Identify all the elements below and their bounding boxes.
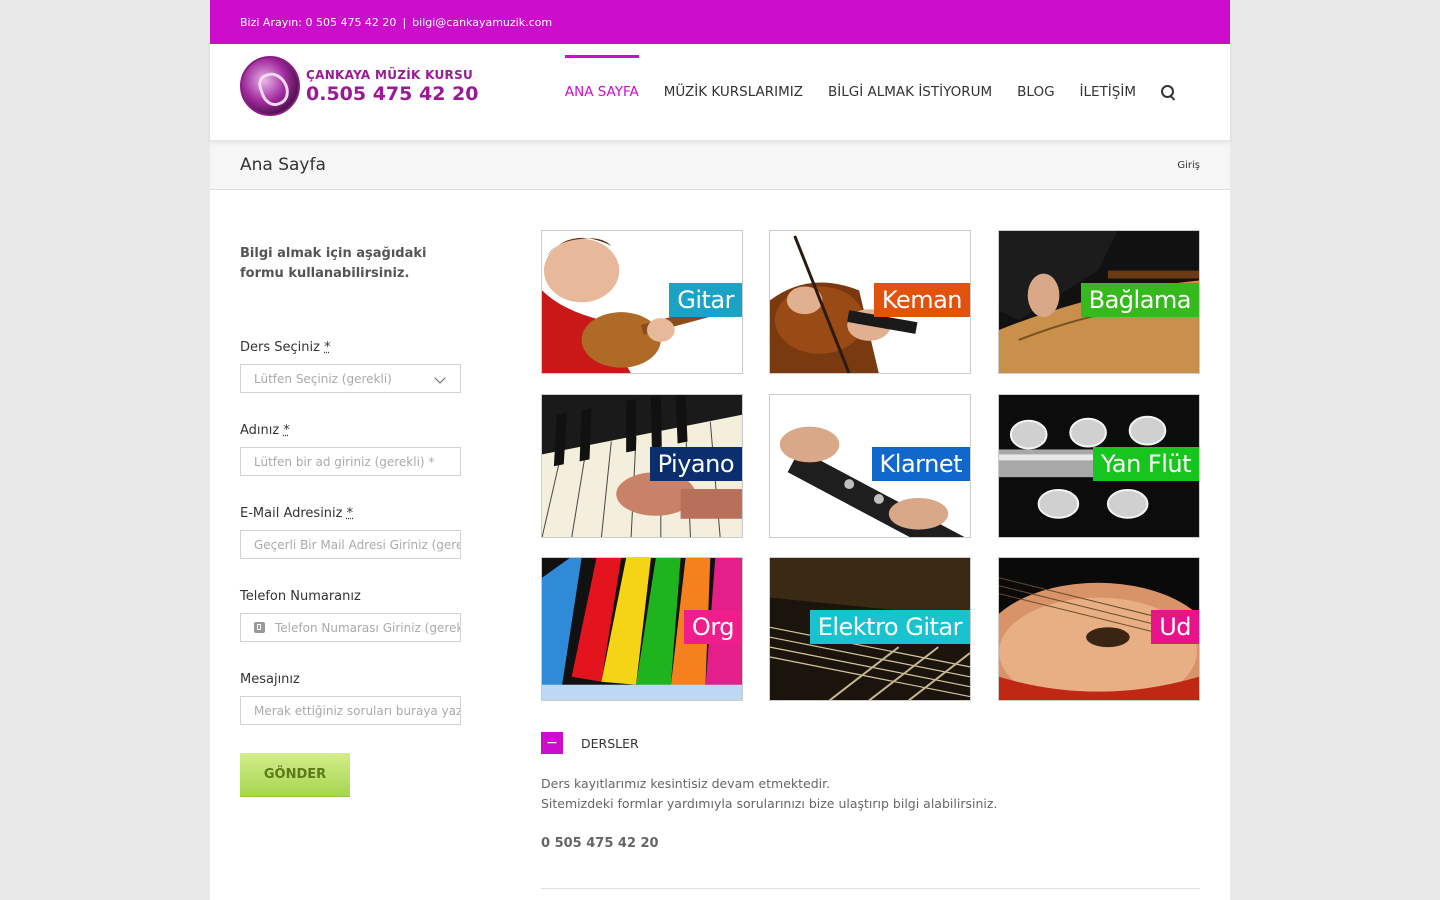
logo-emblem-icon (240, 56, 300, 116)
tile-label: Keman (873, 283, 970, 317)
tile-label: Yan Flüt (1093, 447, 1199, 481)
course-select[interactable]: Lütfen Seçiniz (gerekli) (240, 364, 461, 393)
main-nav: ANA SAYFA MÜZİK KURSLARIMIZ BİLGİ ALMAK … (540, 44, 1175, 140)
accordion-title: DERSLER (581, 735, 639, 751)
name-label: Adınız * (240, 423, 290, 438)
nav-item-ana-sayfa[interactable]: ANA SAYFA (564, 44, 639, 140)
logo-name: ÇANKAYA MÜZİK KURSU (306, 67, 474, 82)
top-bar: Bizi Arayın: 0 505 475 42 20 | bilgi@can… (210, 0, 1230, 44)
course-tile-klarnet[interactable]: Klarnet (769, 394, 971, 538)
nav-item-iletisim[interactable]: İLETİŞİM (1080, 44, 1136, 140)
name-input[interactable]: Lütfen bir ad giriniz (gerekli) * (240, 447, 461, 476)
phone-input[interactable]: Telefon Numarası Giriniz (gerek (240, 613, 461, 642)
submit-button[interactable]: GÖNDER (240, 753, 350, 797)
course-tile-gitar[interactable]: Gitar (541, 230, 743, 374)
course-tile-elektro-gitar[interactable]: Elektro Gitar (769, 557, 971, 701)
site-logo[interactable]: ÇANKAYA MÜZİK KURSU 0.505 475 42 20 (240, 56, 478, 116)
email-field: E-Mail Adresiniz * Geçerli Bir Mail Adre… (240, 506, 462, 559)
search-icon[interactable] (1161, 85, 1175, 99)
required-mark: * (324, 340, 331, 355)
tile-label: Ud (1151, 610, 1199, 644)
tile-label: Elektro Gitar (809, 610, 970, 644)
minus-icon: − (541, 732, 563, 754)
course-tile-org[interactable]: Org (541, 557, 743, 701)
nav-item-blog[interactable]: BLOG (1017, 44, 1054, 140)
site-header: ÇANKAYA MÜZİK KURSU 0.505 475 42 20 ANA … (210, 44, 1230, 141)
logo-phone: 0.505 475 42 20 (306, 82, 479, 105)
course-tile-baglama[interactable]: Bağlama (998, 230, 1200, 374)
chevron-down-icon (434, 372, 446, 384)
accordion-body: Ders kayıtlarımız kesintisiz devam etmek… (541, 774, 1201, 854)
page-wrapper: Bizi Arayın: 0 505 475 42 20 | bilgi@can… (210, 0, 1230, 900)
message-label: Mesajınız (240, 672, 300, 687)
tile-label: Klarnet (871, 447, 970, 481)
page-title-bar: Ana Sayfa Giriş (210, 141, 1230, 190)
nav-item-muzik-kurslarimiz[interactable]: MÜZİK KURSLARIMIZ (664, 44, 803, 140)
phone-field: Telefon Numaranız Telefon Numarası Girin… (240, 589, 462, 642)
required-mark: * (283, 423, 290, 438)
phone-icon (254, 622, 265, 633)
topbar-separator: | (402, 15, 407, 29)
breadcrumb[interactable]: Giriş (1177, 160, 1200, 171)
required-mark: * (346, 506, 354, 521)
course-label: Ders Seçiniz * (240, 340, 331, 355)
message-field: Mesajınız Merak ettiğiniz soruları buray… (240, 672, 462, 725)
tile-label: Org (683, 610, 742, 644)
message-input[interactable]: Merak ettiğiniz soruları buraya yazı (240, 696, 461, 725)
name-field: Adınız * Lütfen bir ad giriniz (gerekli)… (240, 423, 462, 476)
call-text: Bizi Arayın: 0 505 475 42 20 (240, 15, 397, 29)
course-tile-piyano[interactable]: Piyano (541, 394, 743, 538)
phone-label: Telefon Numaranız (240, 589, 361, 604)
email-label: E-Mail Adresiniz * (240, 506, 354, 521)
course-field: Ders Seçiniz * Lütfen Seçiniz (gerekli) (240, 340, 462, 393)
form-intro: Bilgi almak için aşağıdaki formu kullana… (240, 246, 427, 281)
contact-phone: 0 505 475 42 20 (541, 836, 659, 851)
contact-form: Bilgi almak için aşağıdaki formu kullana… (240, 244, 462, 797)
course-tile-ud[interactable]: Ud (998, 557, 1200, 701)
course-tile-keman[interactable]: Keman (769, 230, 971, 374)
tile-label: Gitar (669, 283, 742, 317)
email-link[interactable]: bilgi@cankayamuzik.com (412, 16, 552, 29)
course-tile-yan-flut[interactable]: Yan Flüt (998, 394, 1200, 538)
page-title: Ana Sayfa (240, 155, 326, 175)
nav-item-bilgi-almak[interactable]: BİLGİ ALMAK İSTİYORUM (828, 44, 992, 140)
accordion-toggle-dersler[interactable]: − DERSLER (541, 732, 639, 754)
email-input[interactable]: Geçerli Bir Mail Adresi Giriniz (gere (240, 530, 461, 559)
tile-label: Piyano (649, 447, 742, 481)
tile-label: Bağlama (1080, 283, 1199, 317)
logo-text: ÇANKAYA MÜZİK KURSU 0.505 475 42 20 (306, 69, 478, 104)
accordion-text-line: Sitemizdeki formlar yardımıyla soruların… (541, 796, 998, 811)
accordion-text-line: Ders kayıtlarımız kesintisiz devam etmek… (541, 776, 831, 791)
divider (541, 888, 1200, 889)
